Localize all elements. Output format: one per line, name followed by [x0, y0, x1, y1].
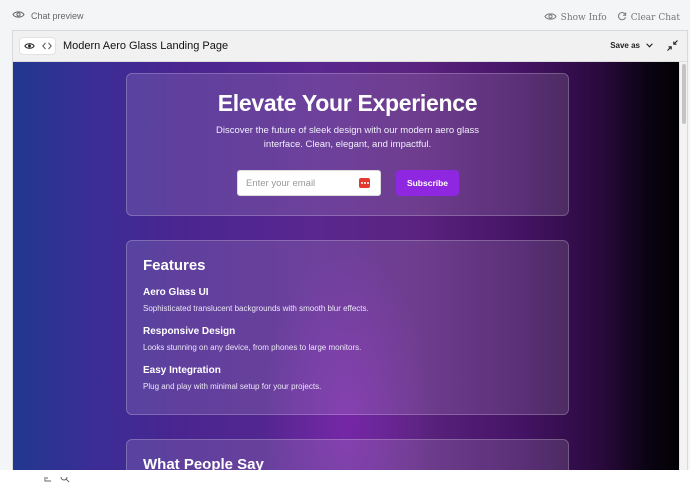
- testimonials-heading: What People Say: [143, 456, 264, 470]
- eye-icon[interactable]: [23, 37, 35, 55]
- bottom-bar: [0, 470, 690, 486]
- feature-description: Looks stunning on any device, from phone…: [143, 343, 362, 352]
- chat-preview-label: Chat preview: [31, 10, 84, 21]
- preview-toolbar: Modern Aero Glass Landing Page Save as: [13, 31, 687, 62]
- chat-preview[interactable]: Chat preview: [12, 10, 84, 21]
- feature-item: Responsive Design Looks stunning on any …: [143, 326, 552, 352]
- feature-description: Plug and play with minimal setup for you…: [143, 382, 322, 391]
- eye-icon: [12, 10, 25, 21]
- hero-subtitle: Discover the future of sleek design with…: [216, 125, 479, 150]
- page-title: Modern Aero Glass Landing Page: [63, 40, 229, 52]
- feature-title: Aero Glass UI: [143, 287, 209, 298]
- feature-title: Responsive Design: [143, 326, 236, 337]
- feature-item: Aero Glass UI Sophisticated translucent …: [143, 287, 552, 313]
- features-section: Features Aero Glass UI Sophisticated tra…: [126, 240, 569, 415]
- subscribe-button[interactable]: Subscribe: [396, 170, 459, 196]
- zoom-icon[interactable]: [60, 470, 70, 486]
- top-bar: Chat preview Show Info Clear Chat: [0, 0, 690, 30]
- preview-window: Modern Aero Glass Landing Page Save as E…: [12, 30, 688, 470]
- chevron-down-icon: [646, 41, 653, 50]
- copy-icon[interactable]: [44, 470, 54, 486]
- password-manager-icon[interactable]: [359, 178, 370, 188]
- show-info-label: Show Info: [560, 12, 607, 23]
- eye-icon: [544, 12, 557, 24]
- feature-description: Sophisticated translucent backgrounds wi…: [143, 304, 369, 313]
- show-info-button[interactable]: Show Info: [544, 11, 607, 24]
- view-toggle[interactable]: [19, 37, 56, 55]
- signup-form: Subscribe: [237, 170, 460, 196]
- refresh-icon: [617, 11, 627, 24]
- save-as-button[interactable]: Save as: [610, 41, 653, 50]
- hero-heading: Elevate Your Experience: [217, 90, 478, 116]
- code-icon[interactable]: [41, 37, 52, 55]
- features-heading: Features: [143, 257, 206, 274]
- feature-title: Easy Integration: [143, 365, 221, 376]
- rendered-page: Elevate Your Experience Discover the fut…: [13, 62, 687, 470]
- collapse-icon: [666, 39, 679, 56]
- feature-item: Easy Integration Plug and play with mini…: [143, 365, 552, 391]
- collapse-button[interactable]: [666, 39, 679, 57]
- save-as-label: Save as: [610, 41, 640, 50]
- hero-section: Elevate Your Experience Discover the fut…: [126, 73, 569, 216]
- testimonials-section: What People Say: [126, 439, 569, 470]
- clear-chat-button[interactable]: Clear Chat: [617, 11, 680, 24]
- scrollbar-thumb[interactable]: [682, 64, 686, 124]
- clear-chat-label: Clear Chat: [630, 12, 680, 23]
- scrollbar[interactable]: [679, 62, 687, 470]
